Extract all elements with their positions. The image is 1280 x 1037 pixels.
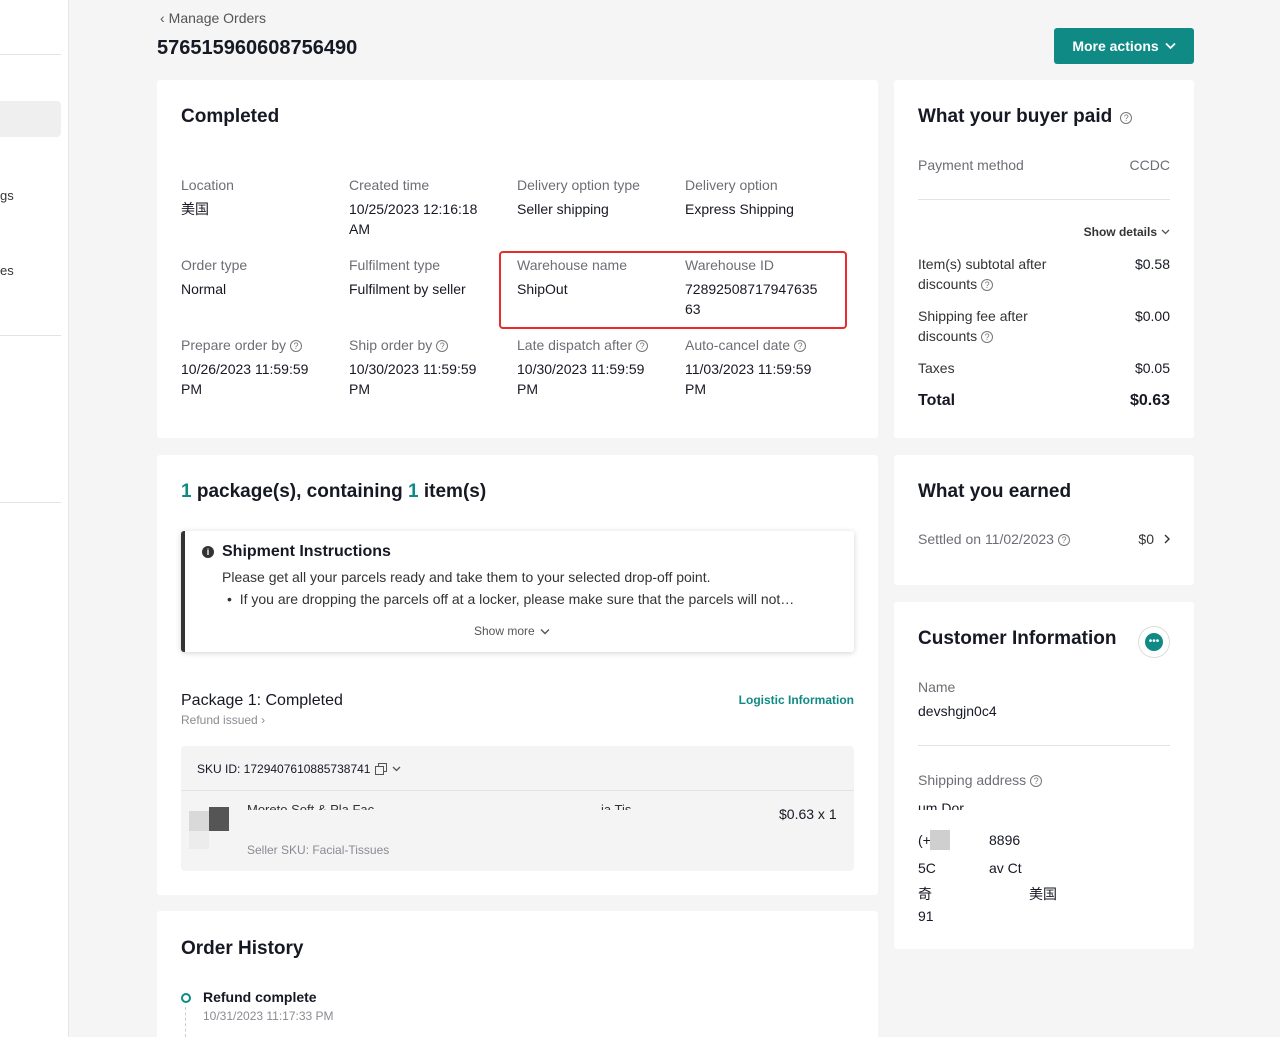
sidebar-divider <box>0 54 61 55</box>
buyer-paid-card: What your buyer paid? Payment method CCD… <box>894 80 1194 438</box>
show-details-button[interactable]: Show details <box>1084 225 1170 239</box>
chevron-down-icon <box>540 628 550 634</box>
field-order-type: Order type Normal <box>181 257 248 297</box>
packages-title: 1 package(s), containing 1 item(s) <box>181 481 487 502</box>
logistic-information-link[interactable]: Logistic Information <box>739 693 854 707</box>
settled-date: Settled on 11/02/2023? <box>918 531 1070 547</box>
order-history-title: Order History <box>181 938 304 959</box>
product-name[interactable]: Moreto Soft & Pla Fac <box>247 802 374 810</box>
redacted-block <box>930 830 950 850</box>
customer-name: devshgjn0c4 <box>918 703 997 719</box>
address-line: um Dor <box>918 802 964 810</box>
chevron-right-icon: › <box>261 713 266 727</box>
history-time: 10/31/2023 11:17:33 PM <box>203 1009 334 1023</box>
customer-title: Customer Information <box>918 628 1117 649</box>
field-location: Location 美国 <box>181 177 234 217</box>
address-line: 5C <box>918 860 936 876</box>
breadcrumb-back-link[interactable]: ‹ Manage Orders <box>160 10 270 26</box>
chevron-down-icon <box>1165 42 1176 50</box>
shipment-instructions: i Shipment Instructions Please get all y… <box>181 531 854 652</box>
highlight-box <box>499 251 847 329</box>
help-icon[interactable]: ? <box>1030 775 1043 788</box>
instruction-bullet: • If you are dropping the parcels off at… <box>227 591 795 607</box>
field-prepare-order-by: Prepare order by? 10/26/2023 11:59:59 PM <box>181 337 309 397</box>
sidebar-item-selected[interactable] <box>0 101 61 137</box>
field-delivery-option: Delivery option Express Shipping <box>685 177 794 217</box>
history-event: Refund complete <box>203 989 317 1005</box>
address-line: 91 <box>918 908 934 924</box>
earned-amount-link[interactable]: $0 <box>1138 531 1170 547</box>
seller-sku: Seller SKU: Facial-Tissues <box>247 843 390 857</box>
help-icon[interactable]: ? <box>436 340 449 353</box>
taxes-row: Taxes $0.05 <box>918 360 1170 376</box>
chevron-right-icon <box>1164 534 1170 544</box>
divider <box>918 199 1170 200</box>
total-row: Total $0.63 <box>918 392 1170 409</box>
product-price: $0.63 x 1 <box>779 806 837 822</box>
payment-method: CCDC <box>1129 157 1170 173</box>
chat-button[interactable]: ••• <box>1138 626 1170 658</box>
order-history-card: Order History Refund complete 10/31/2023… <box>157 911 878 1037</box>
help-icon[interactable]: ? <box>981 279 994 292</box>
package-title: Package 1: Completed <box>181 692 343 709</box>
sidebar-divider <box>0 502 61 503</box>
shipping-fee-row: Shipping fee after discounts? $0.00 <box>918 308 1170 344</box>
earned-card: What you earned Settled on 11/02/2023? $… <box>894 455 1194 585</box>
address-phone: (+ <box>918 832 931 848</box>
sidebar-divider <box>0 335 61 336</box>
sidebar: gs es <box>0 0 69 1037</box>
buyer-paid-title: What your buyer paid? <box>918 106 1133 128</box>
instruction-line: Please get all your parcels ready and ta… <box>222 569 711 585</box>
timeline-line <box>185 1007 186 1037</box>
help-icon[interactable]: ? <box>981 331 994 344</box>
address-line: 奇 <box>918 886 932 902</box>
show-more-button[interactable]: Show more <box>474 624 550 638</box>
field-created-time: Created time 10/25/2023 12:16:18 AM <box>349 177 478 237</box>
copy-icon[interactable] <box>375 763 388 775</box>
field-fulfilment-type: Fulfilment type Fulfilment by seller <box>349 257 466 297</box>
chevron-left-icon: ‹ <box>160 10 165 26</box>
sku-id: SKU ID: 1729407610885738741 <box>197 762 401 776</box>
sidebar-item-label[interactable]: es <box>0 263 14 278</box>
chat-icon: ••• <box>1145 633 1163 651</box>
help-icon[interactable]: ? <box>794 340 807 353</box>
sku-divider <box>181 790 854 791</box>
field-delivery-option-type: Delivery option type Seller shipping <box>517 177 640 217</box>
help-icon[interactable]: ? <box>290 340 303 353</box>
more-actions-button[interactable]: More actions <box>1054 28 1194 64</box>
field-late-dispatch-after: Late dispatch after? 10/30/2023 11:59:59… <box>517 337 657 399</box>
info-icon: i <box>202 546 214 558</box>
timeline-dot-icon <box>181 993 191 1003</box>
product-variant: ia Tis <box>601 802 632 810</box>
help-icon[interactable]: ? <box>1057 534 1070 547</box>
chevron-down-icon[interactable] <box>392 766 401 772</box>
help-icon[interactable]: ? <box>1120 111 1133 124</box>
sidebar-item-label[interactable]: gs <box>0 188 14 203</box>
status-title: Completed <box>181 106 280 127</box>
field-ship-order-by: Ship order by? 10/30/2023 11:59:59 PM <box>349 337 477 397</box>
earned-title: What you earned <box>918 481 1072 502</box>
divider <box>918 745 1170 746</box>
sku-box: SKU ID: 1729407610885738741 Moreto Soft … <box>181 746 854 871</box>
product-thumbnail[interactable] <box>189 803 231 849</box>
page-title: 576515960608756490 <box>157 37 358 59</box>
chevron-down-icon <box>1161 229 1170 235</box>
refund-issued-link[interactable]: Refund issued › <box>181 713 265 727</box>
field-auto-cancel-date: Auto-cancel date? 11/03/2023 11:59:59 PM <box>685 337 812 397</box>
subtotal-row: Item(s) subtotal after discounts? $0.58 <box>918 256 1170 292</box>
help-icon[interactable]: ? <box>636 340 649 353</box>
